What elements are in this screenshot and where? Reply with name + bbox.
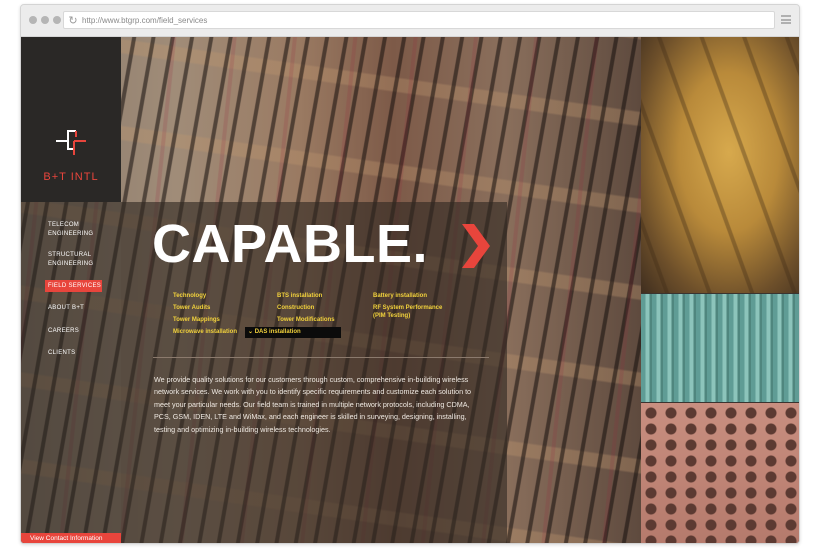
page-headline: CAPABLE. (152, 214, 429, 274)
view-contact-button[interactable]: View Contact Information (21, 533, 121, 543)
service-tower-modifications[interactable]: Tower Modifications (277, 316, 335, 324)
service-microwave-installation[interactable]: Microwave installation (173, 328, 237, 336)
browser-chrome: ↻ http://www.btgrp.com/field_services (21, 5, 799, 37)
window-dot-minimize[interactable] (41, 16, 49, 24)
page-viewport: B+T INTL TELECOM ENGINEERING STRUCTURAL … (21, 37, 799, 543)
service-das-label: DAS installation (254, 329, 301, 335)
side-navigation: TELECOM ENGINEERING STRUCTURAL ENGINEERI… (21, 202, 121, 543)
chevron-down-icon: ⌄ (248, 329, 254, 335)
service-das-installation-selected[interactable]: ⌄ DAS installation (245, 327, 341, 338)
nav-careers[interactable]: CAREERS (48, 327, 79, 336)
perforated-grate-image (641, 403, 799, 543)
section-divider (153, 357, 489, 358)
nav-structural-engineering[interactable]: STRUCTURAL ENGINEERING (48, 251, 93, 269)
hamburger-menu-icon[interactable] (781, 15, 791, 24)
side-photo-strip (641, 37, 799, 543)
service-description: We provide quality solutions for our cus… (154, 375, 472, 434)
logo[interactable]: B+T INTL (21, 37, 121, 202)
content-panel: CAPABLE. Technology Tower Audits Tower M… (121, 202, 507, 543)
service-tower-mappings[interactable]: Tower Mappings (173, 316, 220, 324)
url-text[interactable]: http://www.btgrp.com/field_services (82, 16, 207, 25)
browser-window: ↻ http://www.btgrp.com/field_services B+… (20, 4, 800, 544)
service-construction[interactable]: Construction (277, 304, 314, 312)
service-rf-system-performance[interactable]: RF System Performance (PIM Testing) (373, 304, 442, 320)
window-dot-maximize[interactable] (53, 16, 61, 24)
nav-field-services[interactable]: FIELD SERVICES (45, 280, 102, 292)
window-controls (29, 16, 61, 24)
address-bar[interactable]: ↻ http://www.btgrp.com/field_services (63, 11, 775, 29)
service-bts-installation[interactable]: BTS installation (277, 292, 322, 300)
corrugated-metal-image (641, 294, 799, 402)
nav-about[interactable]: ABOUT B+T (48, 304, 84, 313)
logo-text: B+T INTL (43, 171, 99, 183)
service-battery-installation[interactable]: Battery installation (373, 292, 427, 300)
nav-clients[interactable]: CLIENTS (48, 349, 75, 358)
service-technology[interactable]: Technology (173, 292, 206, 300)
work-gloves-image (641, 37, 799, 293)
window-dot-close[interactable] (29, 16, 37, 24)
chevron-right-icon[interactable] (462, 224, 490, 268)
service-tower-audits[interactable]: Tower Audits (173, 304, 210, 312)
nav-telecom-engineering[interactable]: TELECOM ENGINEERING (48, 221, 93, 239)
bt-logo-mark-icon (56, 130, 86, 155)
reload-icon[interactable]: ↻ (64, 14, 82, 27)
